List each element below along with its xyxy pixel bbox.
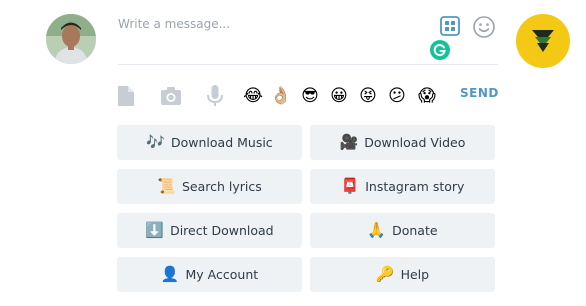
help-button[interactable]: 🔑 Help	[310, 257, 495, 292]
donate-button[interactable]: 🙏 Donate	[310, 213, 495, 248]
grammarly-icon[interactable]	[430, 40, 450, 60]
button-label: Instagram story	[365, 179, 465, 194]
emoji-sunglasses[interactable]: 😎	[298, 84, 322, 108]
my-account-button[interactable]: 👤 My Account	[117, 257, 302, 292]
emoji-confused[interactable]: 😕	[385, 84, 409, 108]
emoji-ok-hand[interactable]: 👌🏼	[269, 84, 293, 108]
instagram-story-button[interactable]: 📮 Instagram story	[310, 169, 495, 204]
send-button[interactable]: SEND	[460, 86, 499, 100]
down-arrow-icon: ⬇️	[145, 221, 165, 239]
emoji-tears-of-joy[interactable]: 😂	[241, 84, 265, 108]
button-label: Direct Download	[170, 223, 274, 238]
download-bot-button[interactable]	[516, 14, 570, 68]
postbox-icon: 📮	[340, 177, 360, 195]
praying-hands-icon: 🙏	[367, 221, 387, 239]
download-music-button[interactable]: 🎶 Download Music	[117, 125, 302, 160]
scroll-icon: 📜	[157, 177, 176, 195]
emoji-scream[interactable]: 😱	[415, 84, 439, 108]
avatar[interactable]	[46, 14, 96, 64]
file-icon[interactable]	[114, 84, 138, 108]
emoji-grinning[interactable]: 😀	[327, 84, 351, 108]
composer-divider	[118, 64, 498, 65]
button-label: Download Music	[171, 135, 273, 150]
download-video-button[interactable]: 🎥 Download Video	[310, 125, 495, 160]
message-input[interactable]	[118, 14, 418, 34]
video-camera-icon: 🎥	[339, 133, 359, 151]
bot-commands-icon[interactable]	[440, 16, 460, 36]
composer-toolbar: 😂 👌🏼 😎 😀 😝 😕 😱 SEND	[112, 82, 502, 110]
chevron-down-icon	[532, 30, 554, 52]
button-label: Download Video	[364, 135, 466, 150]
button-label: Donate	[392, 223, 438, 238]
button-label: Help	[400, 267, 430, 282]
search-lyrics-button[interactable]: 📜 Search lyrics	[117, 169, 302, 204]
button-label: My Account	[185, 267, 259, 282]
avatar-photo	[46, 14, 96, 64]
key-icon: 🔑	[375, 265, 395, 283]
emoji-tongue-squint[interactable]: 😝	[356, 84, 380, 108]
direct-download-button[interactable]: ⬇️ Direct Download	[117, 213, 302, 248]
emoji-picker-icon[interactable]	[472, 15, 496, 39]
music-notes-icon: 🎶	[146, 133, 165, 151]
microphone-icon[interactable]	[203, 84, 227, 108]
user-icon: 👤	[160, 265, 180, 283]
camera-icon[interactable]	[159, 84, 183, 108]
message-composer	[110, 0, 498, 66]
button-label: Search lyrics	[181, 179, 262, 194]
